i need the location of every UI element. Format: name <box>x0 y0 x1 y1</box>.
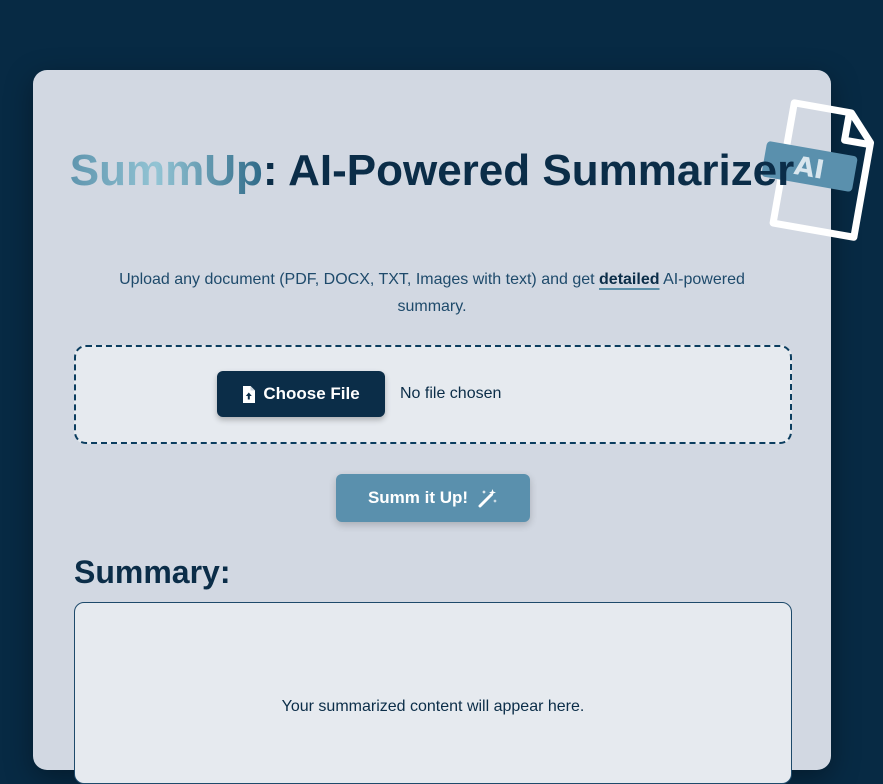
main-card: AI SummUp: AI-Powered Summarizer Upload … <box>33 70 875 784</box>
file-status-text: No file chosen <box>400 385 502 402</box>
magic-wand-icon <box>478 489 498 508</box>
summarize-button[interactable]: Summ it Up! <box>336 474 530 522</box>
summarize-label: Summ it Up! <box>367 488 469 507</box>
description-emphasis: detailed <box>599 271 660 288</box>
choose-file-label: Choose File <box>263 384 360 403</box>
file-dropzone[interactable]: Choose File No file chosen <box>74 345 792 444</box>
title-colon: : <box>262 146 278 195</box>
description-text-start: Upload any document (PDF, DOCX, TXT, Ima… <box>119 271 600 288</box>
file-upload-icon <box>243 385 256 403</box>
page-title: SummUp: AI-Powered Summarizer <box>33 144 831 198</box>
title-rest: AI-Powered Summarizer <box>277 146 795 195</box>
brand-name: SummUp <box>69 146 263 195</box>
summary-output: Your summarized content will appear here… <box>74 602 792 784</box>
summary-placeholder: Your summarized content will appear here… <box>281 698 585 715</box>
page-description: Upload any document (PDF, DOCX, TXT, Ima… <box>93 266 771 320</box>
summary-heading: Summary: <box>74 554 231 590</box>
choose-file-button[interactable]: Choose File <box>217 371 385 417</box>
